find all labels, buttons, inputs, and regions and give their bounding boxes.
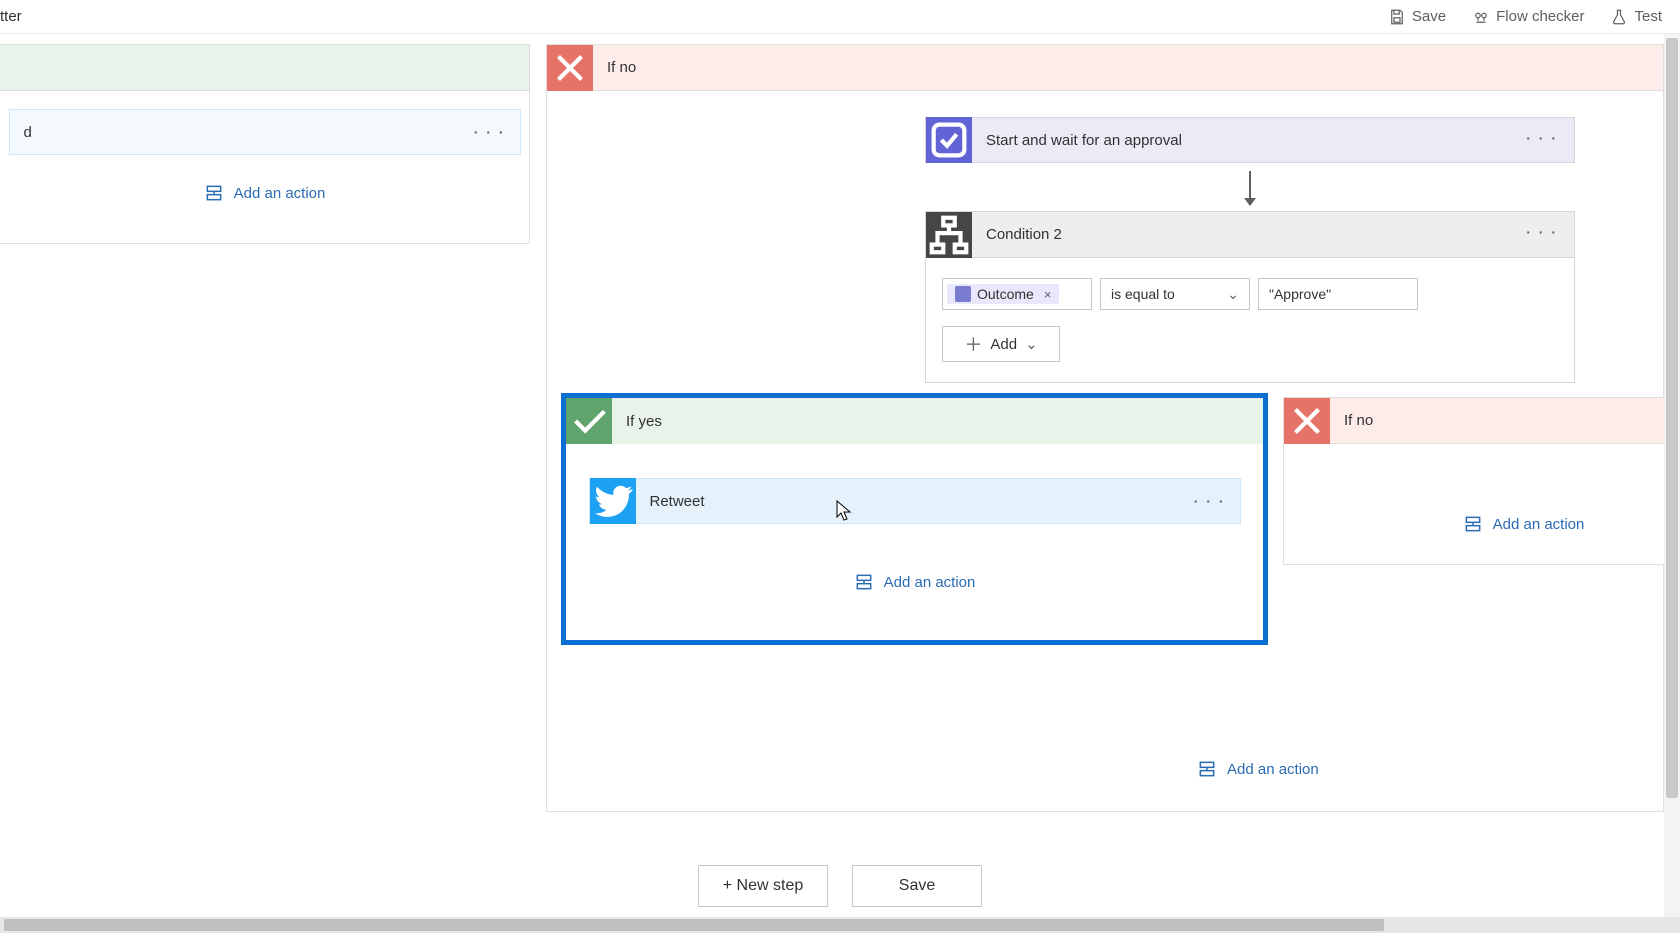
condition-left-operand[interactable]: Outcome × <box>942 278 1092 310</box>
outer-if-no-branch: If no Start and wait for an approval · ·… <box>546 44 1664 812</box>
inner-if-yes-label: If yes <box>612 413 662 430</box>
approval-icon <box>926 117 972 163</box>
check-icon <box>566 398 612 444</box>
inner-if-no-label: If no <box>1330 412 1373 429</box>
flow-checker-label: Flow checker <box>1496 8 1584 25</box>
horizontal-scroll-thumb[interactable] <box>4 919 1384 931</box>
inner-yes-add-action-button[interactable]: Add an action <box>854 572 976 592</box>
vertical-scroll-thumb[interactable] <box>1666 38 1678 798</box>
insert-step-icon <box>1463 514 1483 534</box>
top-tools: Save Flow checker Test <box>1388 8 1662 26</box>
flow-canvas[interactable]: d · · · Add an action If no Start and wa… <box>0 34 1680 897</box>
insert-step-icon <box>1197 759 1217 779</box>
condition-more-icon[interactable]: · · · <box>1526 224 1558 240</box>
left-action-label-fragment: d <box>10 124 32 141</box>
inner-if-yes-header[interactable]: If yes <box>566 398 1263 444</box>
retweet-more-icon[interactable]: · · · <box>1194 493 1226 509</box>
condition-operator-dropdown[interactable]: is equal to ⌄ <box>1100 278 1250 310</box>
new-step-button[interactable]: + New step <box>698 865 828 907</box>
x-icon-box <box>1284 398 1330 444</box>
test-button[interactable]: Test <box>1610 8 1662 26</box>
save-button-top[interactable]: Save <box>1388 8 1446 26</box>
approval-action-card[interactable]: Start and wait for an approval · · · <box>925 117 1575 163</box>
condition-body: Outcome × is equal to ⌄ ＋ Add ⌄ <box>926 258 1574 382</box>
beaker-icon <box>1610 8 1628 26</box>
connector-arrow-icon <box>1249 171 1251 205</box>
approval-icon-box <box>926 117 972 163</box>
retweet-label: Retweet <box>636 493 705 510</box>
chevron-down-icon: ⌄ <box>1025 335 1038 353</box>
insert-step-icon <box>204 183 224 203</box>
inner-no-add-action-button[interactable]: Add an action <box>1463 514 1585 534</box>
twitter-icon-box <box>590 478 636 524</box>
condition-add-label: Add <box>990 336 1017 353</box>
outer-if-yes-header[interactable] <box>0 45 529 91</box>
save-label: Save <box>1412 8 1446 25</box>
flow-checker-icon <box>1472 8 1490 26</box>
condition-row: Outcome × is equal to ⌄ <box>942 278 1558 310</box>
outer-if-no-header[interactable]: If no <box>547 45 1663 91</box>
inner-if-no-header[interactable]: If no <box>1284 398 1680 444</box>
left-add-action-button[interactable]: Add an action <box>204 183 326 203</box>
outer-if-no-label: If no <box>593 59 636 76</box>
outcome-token-chip[interactable]: Outcome × <box>947 284 1059 304</box>
condition-header[interactable]: Condition 2 · · · <box>926 212 1574 258</box>
plus-icon: ＋ <box>964 331 982 357</box>
x-icon <box>547 45 593 91</box>
inner-no-add-action-label: Add an action <box>1493 516 1585 533</box>
token-remove-icon[interactable]: × <box>1044 287 1052 302</box>
save-icon <box>1388 8 1406 26</box>
token-source-icon <box>955 286 971 302</box>
bottom-bar: + New step Save <box>0 865 1680 907</box>
outer-add-action-button[interactable]: Add an action <box>1197 759 1319 779</box>
flow-checker-button[interactable]: Flow checker <box>1472 8 1584 26</box>
inner-if-no-branch[interactable]: If no Add an action <box>1283 397 1680 565</box>
save-button-bottom[interactable]: Save <box>852 865 982 907</box>
horizontal-scrollbar[interactable] <box>0 917 1680 933</box>
test-label: Test <box>1634 8 1662 25</box>
insert-step-icon <box>854 572 874 592</box>
check-icon-box <box>566 398 612 444</box>
left-action-card[interactable]: d · · · <box>9 109 521 155</box>
outer-if-yes-branch-cropped: d · · · Add an action <box>0 44 530 244</box>
approval-more-icon[interactable]: · · · <box>1526 130 1558 146</box>
chevron-down-icon: ⌄ <box>1227 286 1239 303</box>
retweet-action-card[interactable]: Retweet · · · <box>589 478 1241 524</box>
outer-add-action-label: Add an action <box>1227 761 1319 778</box>
x-icon-box <box>547 45 593 91</box>
left-action-more-icon[interactable]: · · · <box>474 124 506 140</box>
token-name: Outcome <box>977 286 1034 302</box>
approval-label: Start and wait for an approval <box>972 132 1182 149</box>
inner-yes-add-action-label: Add an action <box>884 574 976 591</box>
condition-add-button[interactable]: ＋ Add ⌄ <box>942 326 1060 362</box>
top-bar: tter Save Flow checker Test <box>0 0 1680 34</box>
condition-value-input[interactable] <box>1258 278 1418 310</box>
left-add-action-label: Add an action <box>234 185 326 202</box>
condition-card[interactable]: Condition 2 · · · Outcome × i <box>925 211 1575 383</box>
vertical-scrollbar[interactable] <box>1664 34 1680 917</box>
x-icon <box>1284 398 1330 444</box>
twitter-icon <box>590 478 636 524</box>
branch-icon <box>926 212 972 258</box>
condition-label: Condition 2 <box>972 226 1062 243</box>
page-title-fragment: tter <box>0 8 22 25</box>
operator-label: is equal to <box>1111 286 1175 302</box>
condition-icon-box <box>926 212 972 258</box>
inner-if-yes-branch-selected[interactable]: If yes Retweet · · · Add an action <box>561 393 1268 645</box>
